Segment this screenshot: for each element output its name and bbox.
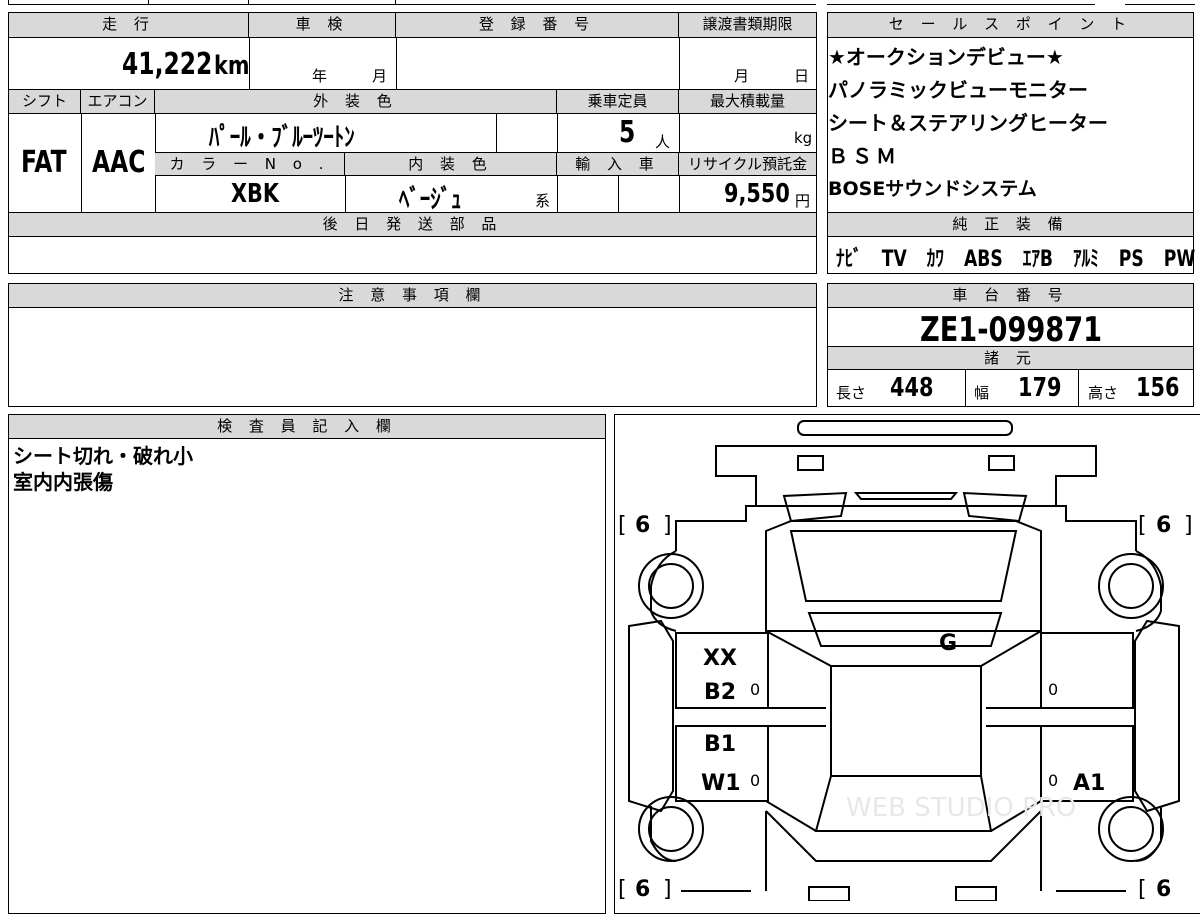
inspection-year-label: 年 xyxy=(312,67,328,85)
color-no-value: XBK xyxy=(231,179,280,209)
load-header: 最大積載量 xyxy=(679,90,816,114)
interior-header: 内 装 色 xyxy=(345,152,557,176)
color-no-header: カ ラ ー N o . xyxy=(155,152,345,176)
equipment-item: ﾅﾋﾞ xyxy=(836,247,862,272)
recycle-unit: 円 xyxy=(795,192,811,210)
chassis-value: ZE1-099871 xyxy=(920,310,1103,350)
spec-header: 諸 元 xyxy=(828,346,1193,370)
car-diagram-panel: [ 6 ] [ 6 ] [ 6 ] [ 6 G XX B2 B1 W1 A1 0… xyxy=(614,414,1200,914)
interior-suffix: 系 xyxy=(535,192,551,210)
zero-mark: 0 xyxy=(750,680,760,699)
mark-left-rear-2: W1 xyxy=(701,771,741,796)
chassis-header: 車 台 番 号 xyxy=(828,284,1193,308)
svg-text:[: [ xyxy=(1138,877,1147,901)
ac-header: エアコン xyxy=(81,90,155,114)
mark-left-front-2: B2 xyxy=(704,680,736,705)
inspector-note-line: シート切れ・破れ小 xyxy=(13,444,193,468)
ac-value: AAC xyxy=(92,145,146,180)
equipment-header: 純 正 装 備 xyxy=(828,212,1193,237)
shift-value: FAT xyxy=(21,145,67,180)
recycle-value: 9,550 xyxy=(724,179,790,209)
height-value: 156 xyxy=(1136,373,1180,403)
mark-roof: G xyxy=(939,631,957,656)
sales-point-item: ＢＳＭ xyxy=(828,144,900,168)
svg-text:]: ] xyxy=(1184,513,1193,538)
height-label: 高さ xyxy=(1088,384,1119,402)
mileage-header: 走 行 xyxy=(9,13,249,38)
registration-header: 登 録 番 号 xyxy=(396,13,679,38)
zero-mark: 0 xyxy=(750,771,760,790)
import-header: 輸 入 車 xyxy=(557,152,679,176)
svg-text:[: [ xyxy=(618,877,627,901)
inspector-header: 検 査 員 記 入 欄 xyxy=(9,415,605,439)
equipment-item: PW xyxy=(1163,247,1196,272)
sales-point-item: ★オークションデビュー★ xyxy=(828,45,1064,69)
capacity-header: 乗車定員 xyxy=(557,90,679,114)
equipment-item: ｱﾙﾐ xyxy=(1073,247,1099,272)
equipment-list: ﾅﾋﾞ TV ｶﾜ ABS ｴｱB ｱﾙﾐ PS PW xyxy=(836,241,1195,273)
sales-points-list: ★オークションデビュー★ パノラミックビューモニター シート＆ステアリングヒータ… xyxy=(828,41,1193,206)
notes-header: 注 意 事 項 欄 xyxy=(9,284,816,308)
transfer-day-label: 日 xyxy=(794,67,810,85)
top-strip xyxy=(0,0,1200,6)
vehicle-info-table: 走 行 車 検 登 録 番 号 譲渡書類期限 41,222 km 年 月 月 日… xyxy=(8,12,817,274)
svg-text:]: ] xyxy=(663,513,672,538)
mark-left-front-1: XX xyxy=(703,646,737,671)
capacity-unit: 人 xyxy=(655,133,671,151)
svg-text:[: [ xyxy=(1138,513,1147,538)
tire-bracket-front-left: [ xyxy=(618,513,627,538)
zero-mark: 0 xyxy=(1048,771,1058,790)
interior-value: ﾍﾞｰｼﾞｭ xyxy=(399,185,462,215)
equipment-item: PS xyxy=(1118,247,1144,272)
tire-front-left: 6 xyxy=(635,513,650,538)
sales-point-item: パノラミックビューモニター xyxy=(828,78,1088,102)
width-label: 幅 xyxy=(974,384,990,402)
car-diagram: [ 6 ] [ 6 ] [ 6 ] [ 6 G XX B2 B1 W1 A1 0… xyxy=(618,420,1193,901)
watermark: WEB STUDIO PRO xyxy=(846,793,1076,823)
mark-right-rear: A1 xyxy=(1073,771,1105,796)
mileage-value: 41,222 xyxy=(122,47,213,82)
transfer-month-label: 月 xyxy=(734,67,750,85)
equipment-item: ｶﾜ xyxy=(926,247,944,272)
sales-point-item: BOSEサウンドシステム xyxy=(828,178,1037,200)
inspection-month-label: 月 xyxy=(372,67,388,85)
tire-front-right: 6 xyxy=(1156,513,1171,538)
inspection-header: 車 検 xyxy=(249,13,396,38)
later-parts-header: 後 日 発 送 部 品 xyxy=(9,212,816,237)
transfer-header: 譲渡書類期限 xyxy=(679,13,816,38)
zero-mark: 0 xyxy=(1048,680,1058,699)
tire-rear-left: 6 xyxy=(635,877,650,901)
inspector-panel: 検 査 員 記 入 欄 シート切れ・破れ小 室内内張傷 xyxy=(8,414,606,914)
equipment-item: ABS xyxy=(963,247,1003,272)
inspector-note-line: 室内内張傷 xyxy=(13,470,113,494)
exterior-value: ﾊﾟｰﾙ・ﾌﾞﾙｰﾂｰﾄﾝ xyxy=(209,123,355,153)
tire-rear-right: 6 xyxy=(1156,877,1171,901)
equipment-item: TV xyxy=(881,247,907,272)
length-value: 448 xyxy=(890,373,934,403)
exterior-header: 外 装 色 xyxy=(155,90,557,114)
svg-text:]: ] xyxy=(663,877,672,901)
length-label: 長さ xyxy=(836,384,867,402)
equipment-item: ｴｱB xyxy=(1022,247,1053,272)
notes-panel: 注 意 事 項 欄 xyxy=(8,283,817,407)
sales-point-item: シート＆ステアリングヒーター xyxy=(828,111,1108,135)
capacity-value: 5 xyxy=(619,115,636,150)
mark-left-rear-1: B1 xyxy=(704,732,736,757)
chassis-panel: 車 台 番 号 ZE1-099871 諸 元 長さ 448 幅 179 高さ 1… xyxy=(827,283,1194,407)
sales-points-panel: セ ー ル ス ポ イ ン ト ★オークションデビュー★ パノラミックビューモニ… xyxy=(827,12,1195,274)
width-value: 179 xyxy=(1018,373,1062,403)
shift-header: シフト xyxy=(9,90,81,114)
mileage-unit: km xyxy=(214,51,250,81)
sales-points-header: セ ー ル ス ポ イ ン ト xyxy=(828,13,1193,38)
load-unit: kg xyxy=(794,129,813,147)
inspector-notes: シート切れ・破れ小 室内内張傷 xyxy=(13,443,193,495)
recycle-header: リサイクル預託金 xyxy=(679,152,816,176)
